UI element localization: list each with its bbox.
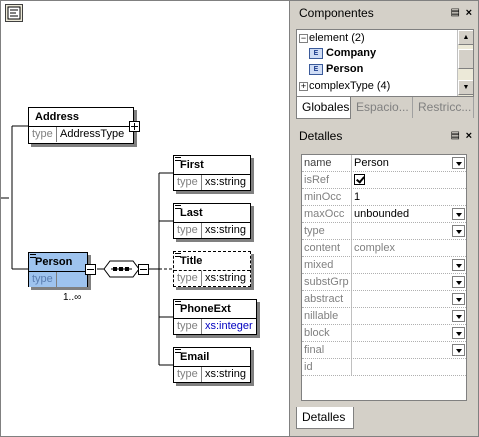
element-icon [175,349,181,354]
dropdown-arrow-icon[interactable] [452,276,465,288]
scroll-up-arrow-icon[interactable]: ▲ [458,30,473,45]
prop-row-mixed[interactable]: mixed [302,257,466,274]
sequence-compositor-icon [103,260,140,278]
element-name: Title [180,255,203,267]
prop-row-substgrp[interactable]: substGrp [302,274,466,291]
dropdown-arrow-icon[interactable] [452,310,465,322]
dropdown-arrow-icon[interactable] [452,344,465,356]
pin-icon[interactable]: ▤ [451,125,460,147]
element-first[interactable]: First type xs:string [173,155,251,191]
element-name: PhoneExt [180,303,231,315]
element-title[interactable]: Title type xs:string [173,251,251,287]
prop-row-minocc[interactable]: minOcc 1 [302,189,466,206]
prop-row-content[interactable]: content complex [302,240,466,257]
tab-detalles[interactable]: Detalles [296,407,354,429]
details-grid: name Person isRef minOcc 1 maxOcc unboun… [301,154,467,401]
prop-row-maxocc[interactable]: maxOcc unbounded [302,206,466,223]
element-icon: E [309,47,323,59]
element-name: Email [180,351,210,363]
isref-checkbox[interactable] [354,174,365,185]
tree-item-company[interactable]: E Company [309,46,376,61]
tree-item-person[interactable]: E Person [309,62,363,77]
tree-scrollbar[interactable]: ▲ ▼ [457,30,473,96]
collapse-icon[interactable]: − [299,33,308,43]
element-ref-icon [30,254,36,259]
prop-row-abstract[interactable]: abstract [302,291,466,308]
tree-item-complextype[interactable]: + complexType (4) [299,79,390,94]
tab-globales[interactable]: Globales [296,97,351,119]
element-name: Last [180,207,203,219]
close-icon[interactable]: × [466,125,472,147]
element-email[interactable]: Email type xs:string [173,347,251,383]
element-icon [175,205,181,210]
scroll-thumb[interactable] [458,49,473,69]
element-phoneext[interactable]: PhoneExt type xs:integer [173,299,257,335]
dropdown-arrow-icon[interactable] [452,208,465,220]
scroll-down-arrow-icon[interactable]: ▼ [458,80,473,95]
prop-row-final[interactable]: final [302,342,466,359]
dropdown-arrow-icon[interactable] [452,157,465,169]
components-panel: Componentes ▤ × − element (2) E Company EP… [293,2,477,123]
components-tabs: Globales Espacio... Restricc... [296,97,474,119]
element-address[interactable]: Address type AddressType [28,107,134,144]
dropdown-arrow-icon[interactable] [452,293,465,305]
schema-diagram-canvas[interactable]: Address type AddressType Person type 1..… [1,1,290,436]
element-icon [175,157,181,162]
element-icon [175,301,181,306]
pin-icon[interactable]: ▤ [451,2,460,24]
element-icon: E [309,63,323,75]
prop-row-block[interactable]: block [302,325,466,342]
element-name: First [180,159,204,171]
components-panel-title: Componentes [299,6,374,20]
prop-row-type[interactable]: type [302,223,466,240]
prop-row-name[interactable]: name Person [302,155,466,172]
tree-item-element[interactable]: − element (2) [299,31,365,46]
close-icon[interactable]: × [466,2,472,24]
details-panel-title: Detalles [299,129,343,143]
element-name: Person [35,256,73,268]
prop-row-isref[interactable]: isRef [302,172,466,189]
element-person[interactable]: Person type [28,252,88,287]
element-last[interactable]: Last type xs:string [173,203,251,239]
element-name: Address [35,111,80,123]
occurrence-label: 1..∞ [63,292,82,303]
expand-icon[interactable]: + [299,81,308,91]
dropdown-arrow-icon[interactable] [452,225,465,237]
collapse-sequence-button[interactable] [138,264,149,275]
components-tree[interactable]: − element (2) E Company E Person + complexTy… [296,29,474,97]
expand-address-button[interactable] [129,121,140,132]
details-tabs: Detalles [296,407,354,429]
dropdown-arrow-icon[interactable] [452,259,465,271]
tab-restricc[interactable]: Restricc... [413,97,474,118]
dropdown-arrow-icon[interactable] [452,327,465,339]
collapse-person-button[interactable] [85,264,96,275]
tab-espacio[interactable]: Espacio... [351,97,413,118]
element-icon [175,253,181,258]
prop-row-id[interactable]: id [302,359,466,376]
prop-row-nillable[interactable]: nillable [302,308,466,325]
